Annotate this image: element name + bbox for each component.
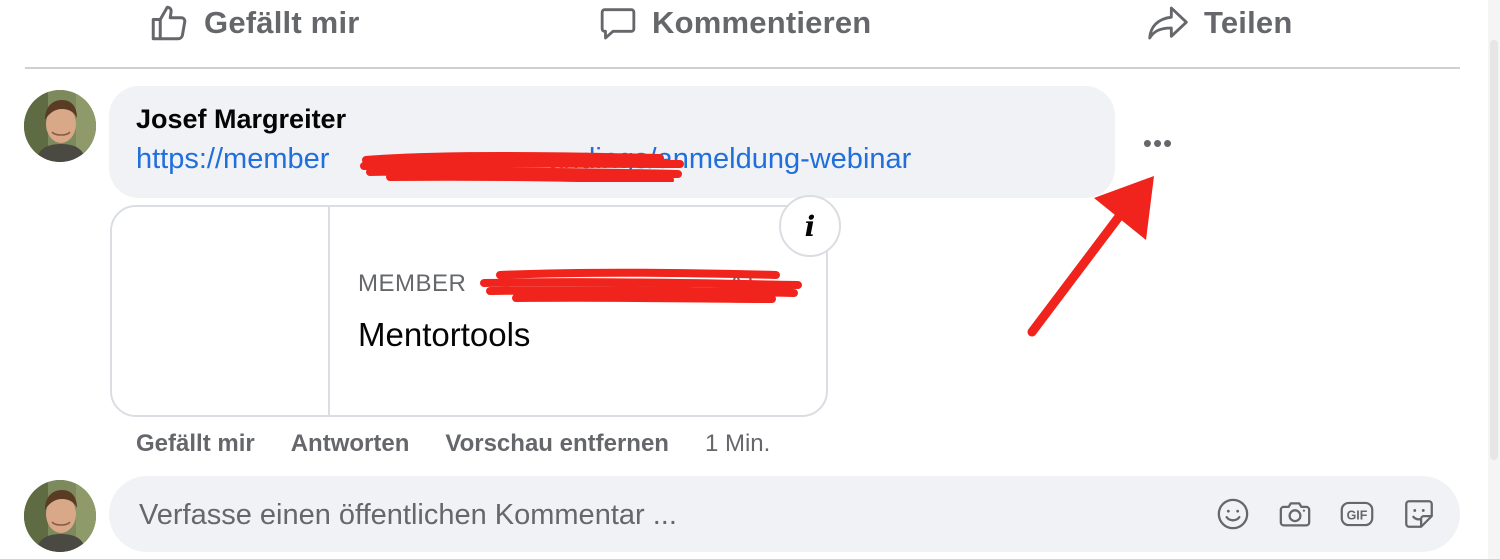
reply-link[interactable]: Antworten xyxy=(291,430,410,458)
preview-domain: MEMBER AT xyxy=(358,270,759,297)
comment-actions: Gefällt mir Antworten Vorschau entfernen… xyxy=(136,430,770,458)
scrollbar[interactable] xyxy=(1488,0,1500,559)
avatar-photo xyxy=(24,90,96,162)
composer-avatar[interactable] xyxy=(24,480,96,552)
smiley-icon[interactable] xyxy=(1214,495,1252,533)
comment-composer: GIF xyxy=(109,476,1460,554)
comment-timestamp[interactable]: 1 Min. xyxy=(705,430,770,458)
preview-title: Mentortools xyxy=(358,316,531,353)
speech-bubble-icon xyxy=(600,8,636,40)
comment-like-link[interactable]: Gefällt mir xyxy=(136,430,255,458)
thumbs-up-icon xyxy=(151,5,187,41)
link-preview-card[interactable] xyxy=(110,205,828,417)
divider xyxy=(25,67,1460,69)
comment-button[interactable]: Kommentieren xyxy=(598,0,871,46)
avatar-photo xyxy=(24,480,96,552)
like-button[interactable]: Gefällt mir xyxy=(148,0,360,46)
comment-input[interactable] xyxy=(137,476,1201,554)
comment-label: Kommentieren xyxy=(652,5,872,40)
camera-icon[interactable] xyxy=(1276,495,1314,533)
share-button[interactable]: Teilen xyxy=(1146,0,1292,46)
like-label: Gefällt mir xyxy=(204,5,360,40)
share-arrow-icon xyxy=(1148,6,1188,40)
info-button[interactable]: i xyxy=(779,195,841,257)
share-label: Teilen xyxy=(1204,5,1293,40)
more-options-button[interactable]: ••• xyxy=(1140,128,1176,158)
comment-link[interactable]: https://member andings/anmeldung-webinar xyxy=(136,143,911,176)
gif-icon[interactable]: GIF xyxy=(1338,495,1376,533)
info-icon: i xyxy=(804,209,816,243)
comment-author[interactable]: Josef Margreiter xyxy=(136,104,346,135)
post-action-bar: Gefällt mir Kommentieren Teilen xyxy=(0,0,1480,68)
remove-preview-link[interactable]: Vorschau entfernen xyxy=(445,430,669,458)
scrollbar-thumb[interactable] xyxy=(1490,40,1498,460)
avatar[interactable] xyxy=(24,90,96,162)
sticker-icon[interactable] xyxy=(1400,495,1438,533)
preview-thumbnail xyxy=(112,207,330,415)
svg-text:GIF: GIF xyxy=(1347,508,1368,522)
comment-bubble xyxy=(109,86,1115,198)
